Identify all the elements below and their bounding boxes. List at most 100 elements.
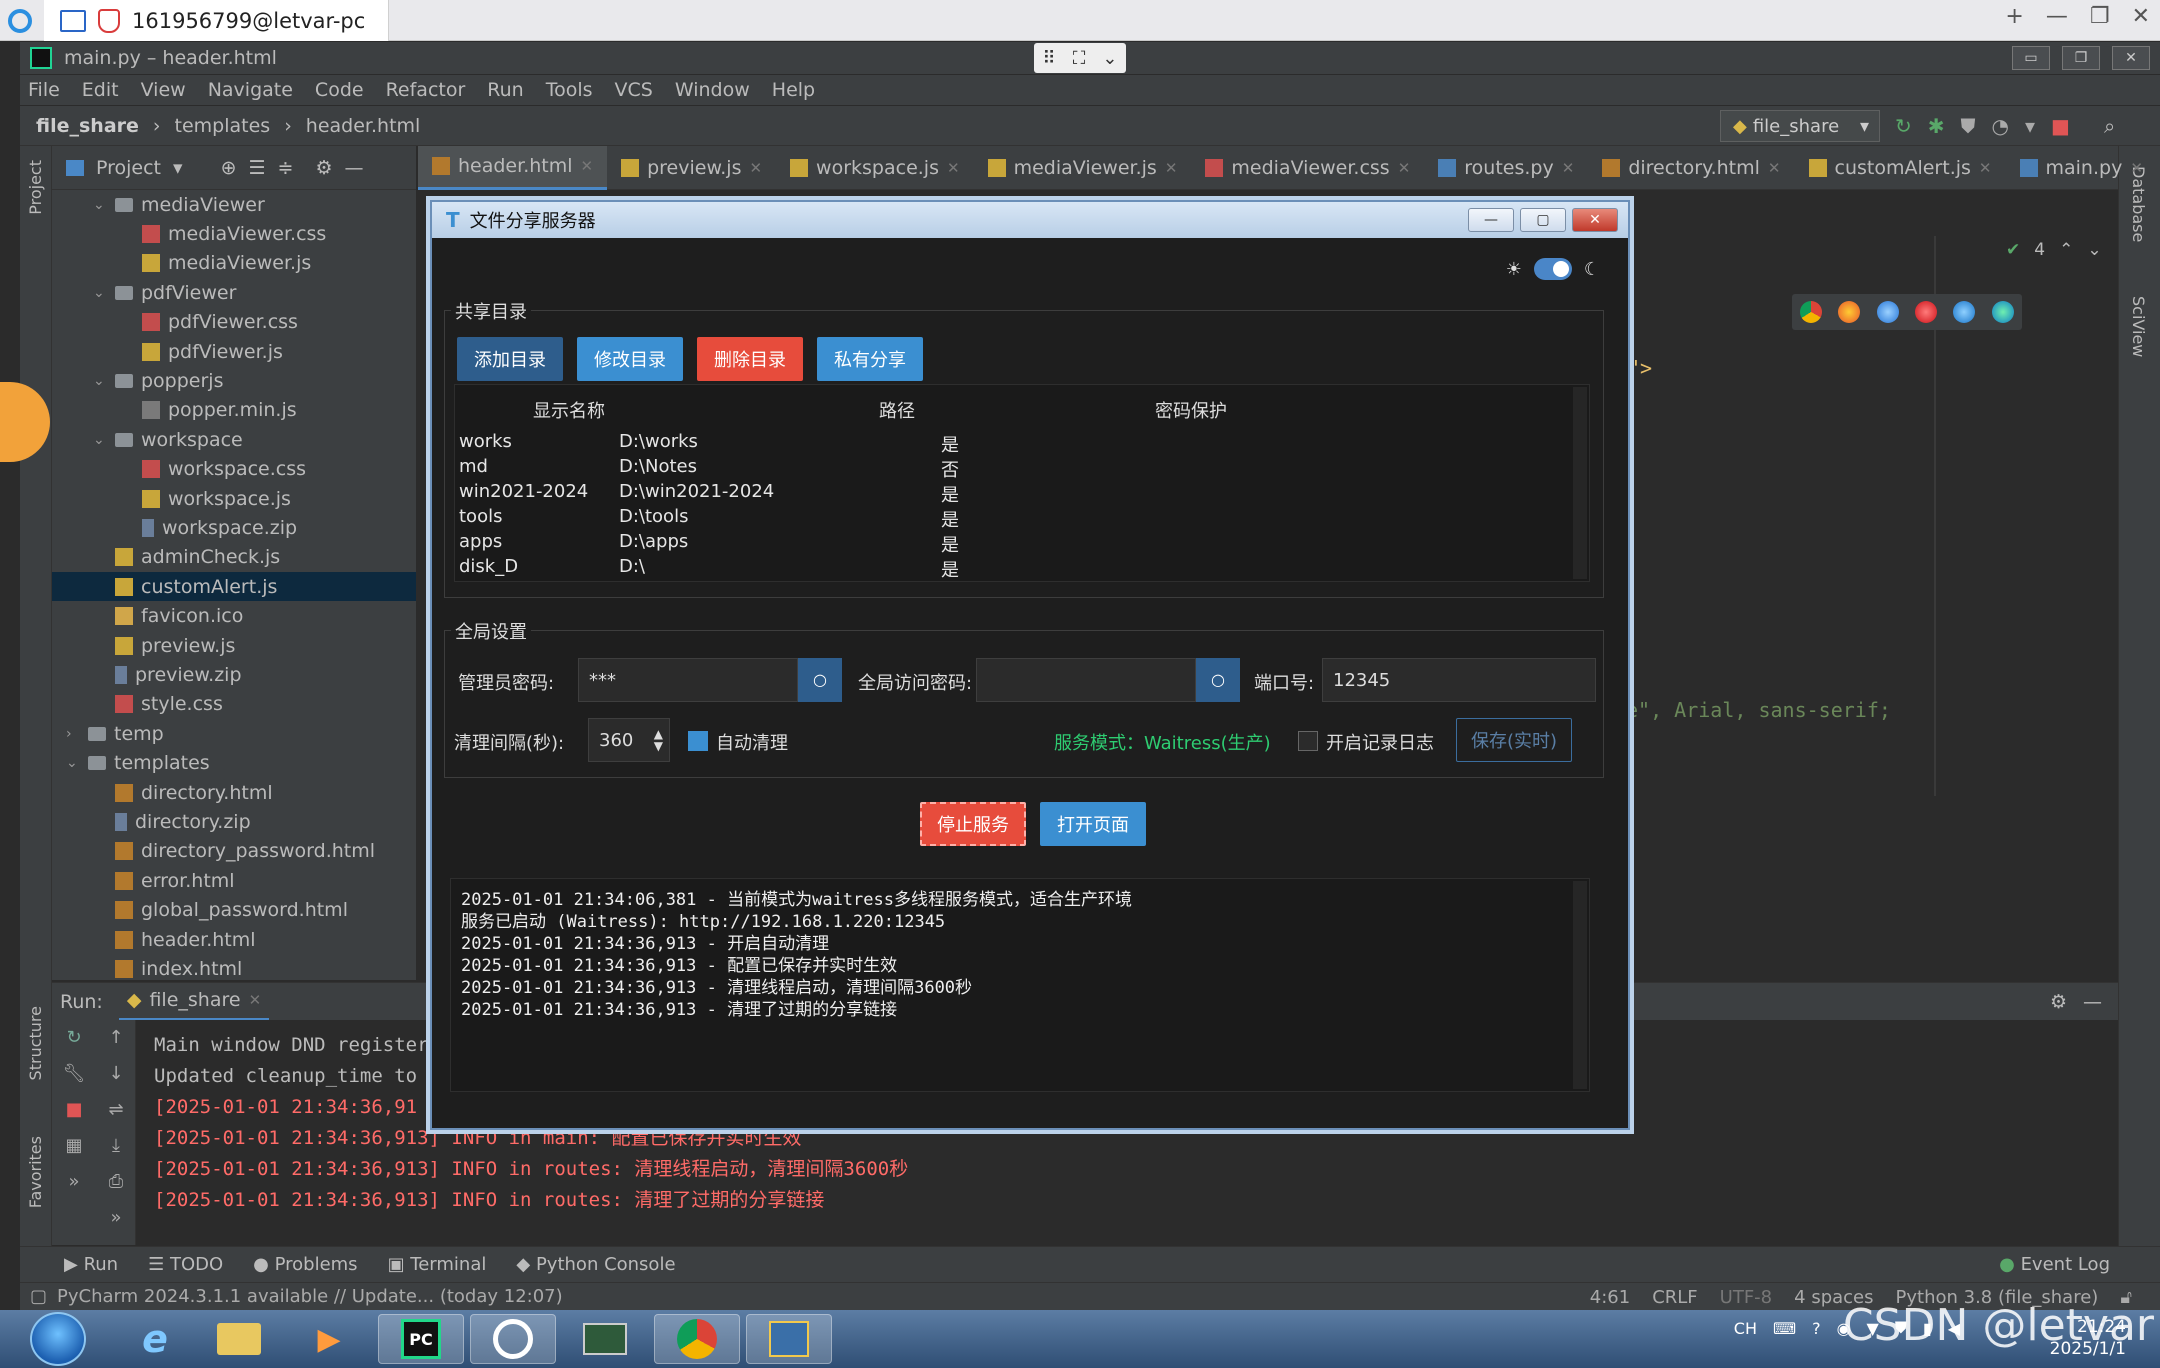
- theme-switch[interactable]: [1533, 258, 1572, 280]
- close-icon[interactable]: ✕: [749, 159, 762, 177]
- close-icon[interactable]: ✕: [1165, 159, 1178, 177]
- column-header-password[interactable]: 密码保护: [1155, 397, 1227, 423]
- editor-tab[interactable]: main.py ✕: [2006, 146, 2157, 190]
- table-cell-name[interactable]: works: [459, 431, 512, 452]
- restore-button[interactable]: ❐: [2090, 4, 2110, 29]
- tool-tab-run[interactable]: ▶ Run: [64, 1254, 118, 1275]
- log-scrollbar[interactable]: [1573, 881, 1587, 1089]
- table-cell-pw[interactable]: 是: [941, 556, 959, 582]
- structure-tool-tab[interactable]: Structure: [26, 1006, 45, 1080]
- remote-session-tab[interactable]: 161956799@letvar-pc: [44, 0, 389, 41]
- tree-file[interactable]: preview.zip: [52, 660, 416, 689]
- tree-file[interactable]: header.html: [52, 925, 416, 954]
- show-global-password-icon[interactable]: ○: [1196, 658, 1240, 702]
- arrow-up-icon[interactable]: ↑: [96, 1020, 136, 1056]
- remote-app-logo-icon[interactable]: [8, 9, 32, 33]
- taskbar-chrome[interactable]: [654, 1314, 740, 1364]
- edit-directory-button[interactable]: 修改目录: [577, 337, 683, 381]
- caret-position[interactable]: 4:61: [1590, 1287, 1630, 1308]
- service-log-box[interactable]: 2025-01-01 21:34:06,381 - 当前模式为waitress多…: [450, 878, 1590, 1092]
- chevron-down-icon[interactable]: ⌄: [93, 373, 107, 389]
- tree-folder[interactable]: ⌄ pdfViewer: [52, 278, 416, 307]
- tree-file[interactable]: directory_password.html: [52, 837, 416, 866]
- tree-folder[interactable]: ⌄ templates: [52, 749, 416, 778]
- edge-icon[interactable]: [1991, 301, 2014, 323]
- taskbar-remote-app[interactable]: [470, 1314, 556, 1364]
- show-admin-password-icon[interactable]: ○: [798, 658, 842, 702]
- chevron-down-icon[interactable]: ⌄: [93, 197, 107, 213]
- ie-icon[interactable]: [1953, 301, 1976, 323]
- admin-password-input[interactable]: ***: [578, 658, 798, 702]
- favorites-tool-tab[interactable]: Favorites: [26, 1136, 45, 1208]
- new-tab-button[interactable]: +: [2005, 4, 2023, 29]
- tool-tab-terminal[interactable]: ▣ Terminal: [388, 1254, 487, 1275]
- tree-file[interactable]: pdfViewer.js: [52, 337, 416, 366]
- editor-tab[interactable]: header.html ✕: [418, 145, 608, 190]
- stop-icon[interactable]: ■: [52, 1092, 96, 1128]
- table-cell-pw[interactable]: 是: [941, 531, 959, 557]
- menu-refactor[interactable]: Refactor: [386, 79, 466, 101]
- print-icon[interactable]: ⎙: [96, 1164, 136, 1200]
- tree-file[interactable]: pdfViewer.css: [52, 308, 416, 337]
- chevron-up-icon[interactable]: ⌃: [2059, 240, 2073, 260]
- delete-directory-button[interactable]: 删除目录: [697, 337, 803, 381]
- tree-file[interactable]: popper.min.js: [52, 396, 416, 425]
- menu-tools[interactable]: Tools: [546, 79, 593, 101]
- close-button[interactable]: ✕: [2132, 4, 2150, 29]
- rerun-icon[interactable]: ↻: [1895, 114, 1912, 138]
- opera-icon[interactable]: [1915, 301, 1938, 323]
- search-icon[interactable]: ⌕: [2104, 114, 2115, 138]
- tree-file[interactable]: mediaViewer.js: [52, 249, 416, 278]
- arrow-down-icon[interactable]: ↓: [96, 1056, 136, 1092]
- tree-file[interactable]: customAlert.js: [52, 572, 416, 602]
- scroll-end-icon[interactable]: ⤓: [96, 1128, 136, 1164]
- keyboard-icon[interactable]: ⌨: [1773, 1319, 1796, 1338]
- chevron-down-icon[interactable]: ⌄: [66, 755, 80, 771]
- breadcrumb-project[interactable]: file_share: [36, 115, 139, 137]
- chevron-down-icon[interactable]: ⌄: [2087, 240, 2101, 260]
- editor-tab[interactable]: routes.py ✕: [1424, 146, 1588, 190]
- global-password-input[interactable]: [976, 658, 1196, 702]
- table-cell-path[interactable]: D:\tools: [619, 506, 688, 527]
- taskbar-monitor[interactable]: [562, 1314, 648, 1364]
- status-message[interactable]: PyCharm 2024.3.1.1 available // Update..…: [57, 1286, 563, 1307]
- breadcrumb-file[interactable]: header.html: [306, 115, 421, 137]
- tree-folder[interactable]: ⌄ workspace: [52, 425, 416, 454]
- rerun-icon[interactable]: ↻: [52, 1020, 96, 1056]
- soft-wrap-icon[interactable]: ⇌: [96, 1092, 136, 1128]
- enable-log-checkbox[interactable]: [1298, 731, 1318, 751]
- ide-restore-button[interactable]: ❐: [2062, 46, 2100, 70]
- coverage-icon[interactable]: ⛊: [1961, 114, 1976, 138]
- menu-edit[interactable]: Edit: [82, 79, 119, 101]
- menu-code[interactable]: Code: [315, 79, 364, 101]
- language-indicator[interactable]: CH: [1734, 1319, 1757, 1338]
- chevron-right-icon[interactable]: ›: [66, 726, 80, 742]
- stop-service-button[interactable]: 停止服务: [920, 802, 1026, 846]
- inspection-widget[interactable]: ✔ 4 ⌃ ⌄: [2006, 240, 2102, 260]
- tree-file[interactable]: workspace.zip: [52, 513, 416, 542]
- table-cell-pw[interactable]: 否: [941, 456, 959, 482]
- dialog-close-button[interactable]: ✕: [1572, 208, 1618, 232]
- port-input[interactable]: 12345: [1322, 658, 1596, 702]
- close-icon[interactable]: ✕: [1979, 159, 1992, 177]
- dialog-title-bar[interactable]: T 文件分享服务器 — ▢ ✕: [432, 202, 1628, 238]
- menu-run[interactable]: Run: [487, 79, 523, 101]
- add-directory-button[interactable]: 添加目录: [457, 337, 563, 381]
- tree-file[interactable]: preview.js: [52, 631, 416, 660]
- tree-file[interactable]: workspace.js: [52, 484, 416, 513]
- taskbar-python-app[interactable]: [746, 1314, 832, 1364]
- stop-icon[interactable]: ■: [2051, 114, 2070, 138]
- project-tool-tab[interactable]: Project: [26, 160, 45, 215]
- gear-icon[interactable]: ⚙: [315, 157, 332, 179]
- tool-tab-event-log[interactable]: ● Event Log: [1999, 1254, 2110, 1275]
- sciview-tool-tab[interactable]: SciView: [2129, 296, 2148, 357]
- table-cell-path[interactable]: D:\: [619, 556, 645, 577]
- table-cell-name[interactable]: tools: [459, 506, 502, 527]
- minimize-button[interactable]: —: [2046, 4, 2068, 29]
- tree-file[interactable]: adminCheck.js: [52, 543, 416, 572]
- safari-icon[interactable]: [1876, 301, 1899, 323]
- close-icon[interactable]: ✕: [581, 157, 594, 175]
- spin-arrows-icon[interactable]: ▲ ▼: [654, 728, 663, 752]
- chrome-icon[interactable]: [1800, 301, 1823, 323]
- tree-file[interactable]: global_password.html: [52, 896, 416, 925]
